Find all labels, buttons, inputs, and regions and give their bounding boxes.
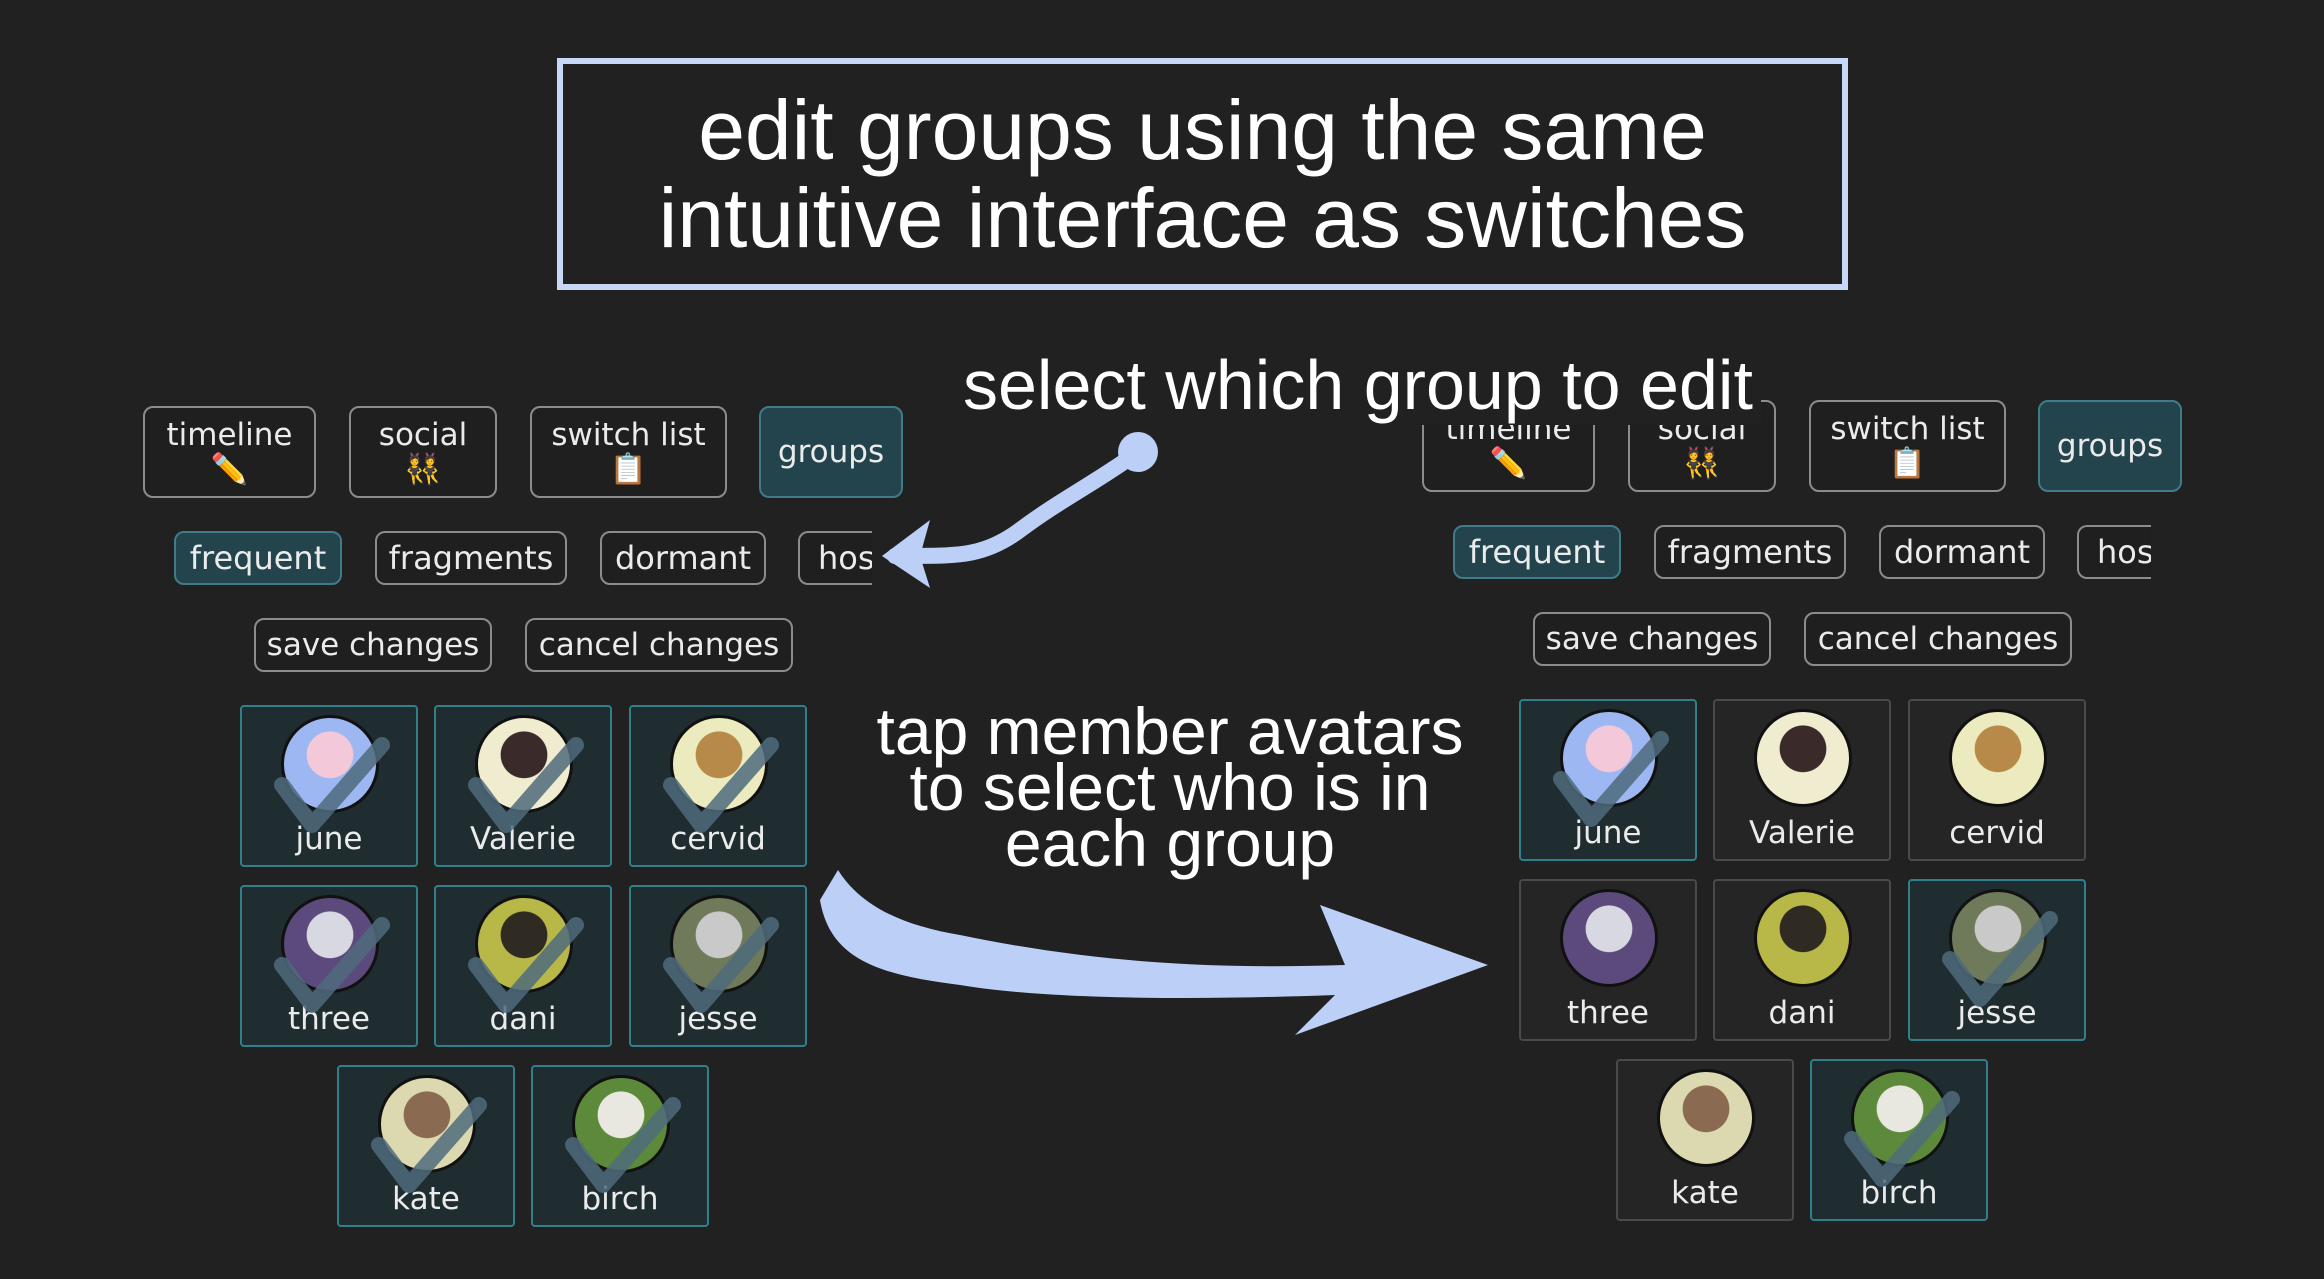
callout-tap-avatars: tap member avatars to select who is in e… [850,698,1490,876]
annotation-arrows [820,432,1488,1035]
callout-select-group: select which group to edit [955,345,1761,425]
group-select-arrow [887,444,1146,564]
arrow-start-dot [1118,432,1158,472]
member-select-arrow [820,870,1488,1035]
